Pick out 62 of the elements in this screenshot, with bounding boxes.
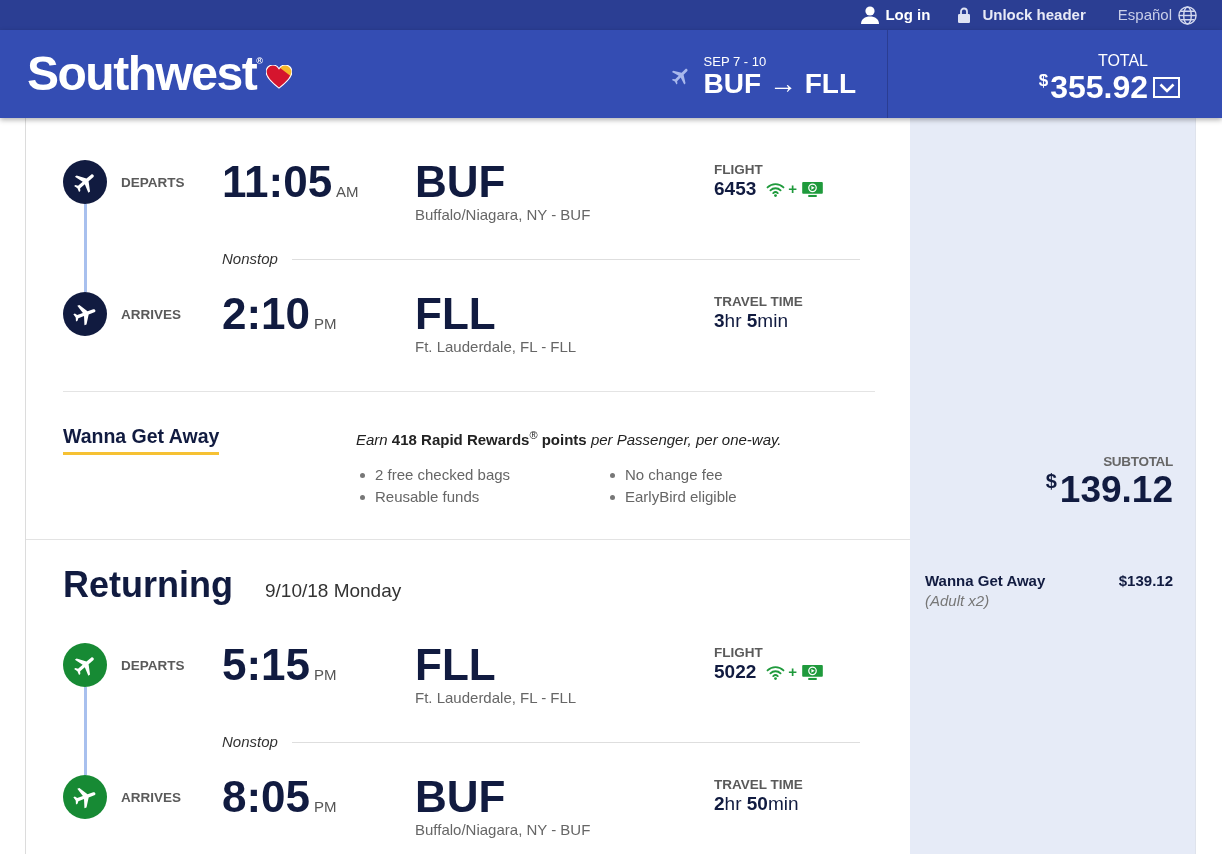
travel-time-label: TRAVEL TIME <box>714 294 803 310</box>
fare-name: Wanna Get Away <box>63 424 220 455</box>
travel-time-label: TRAVEL TIME <box>714 777 803 793</box>
subtotal-price: $^{$}$139.12 <box>1045 470 1173 510</box>
airport-city: Ft. Lauderdale, FL - FLL <box>415 688 577 708</box>
login-link[interactable]: Log in <box>860 6 931 24</box>
summary-fare-name: Wanna Get Away <box>925 571 1046 591</box>
arrival-time: 8:05 <box>222 775 311 819</box>
passenger-count: (Adult x2) <box>925 591 990 611</box>
departure-time: 5:15 <box>222 643 311 687</box>
airport-city: Buffalo/Niagara, NY - BUF <box>415 205 591 225</box>
trip-route: BUF → FLL <box>703 68 856 99</box>
globe-icon <box>1178 5 1197 25</box>
meridiem-label: PM <box>314 315 337 332</box>
flight-number: 5022 <box>714 661 757 683</box>
flight-label: FLIGHT <box>714 645 763 661</box>
stops-label: Nonstop <box>222 732 278 752</box>
section-title: Returning <box>63 564 233 606</box>
language-link[interactable]: Español <box>1117 5 1197 25</box>
meridiem-label: AM <box>336 183 359 200</box>
feature-text: EarlyBird eligible <box>625 487 737 507</box>
meridiem-label: PM <box>314 798 337 815</box>
departs-label: DEPARTS <box>121 657 185 673</box>
departs-label: DEPARTS <box>121 174 185 190</box>
plus-sign: + <box>788 663 798 681</box>
trip-dates: SEP 7 - 10 <box>703 53 767 69</box>
plus-sign: + <box>788 180 798 198</box>
airport-city: Ft. Lauderdale, FL - FLL <box>415 337 577 357</box>
airport-code: FLL <box>415 292 496 336</box>
logo-text: Southwest$^{®}$ <box>27 48 263 100</box>
airport-city: Buffalo/Niagara, NY - BUF <box>415 820 591 840</box>
heart-logo-icon <box>265 65 292 89</box>
bullet-icon <box>610 472 615 478</box>
summary-fare-price: $139.12 <box>1118 571 1173 591</box>
arrives-label: ARRIVES <box>121 306 181 322</box>
total-label: TOTAL <box>1097 52 1148 70</box>
section-date: 9/10/18 Monday <box>265 580 402 602</box>
stops-label: Nonstop <box>222 249 278 269</box>
bullet-icon <box>360 472 365 478</box>
meridiem-label: PM <box>314 666 337 683</box>
travel-time: 3hr 5min <box>714 310 788 332</box>
arrives-label: ARRIVES <box>121 789 181 805</box>
bullet-icon <box>610 494 615 500</box>
feature-text: 2 free checked bags <box>375 465 511 485</box>
feature-text: No change fee <box>625 465 723 485</box>
total-price: $^{$}$355.92 <box>1038 70 1148 104</box>
arrival-time: 2:10 <box>222 292 311 336</box>
rewards-text: Earn 418 Rapid Rewards$^{®}$ points per Passenger, per one-way. <box>356 429 782 450</box>
lock-icon <box>958 7 971 23</box>
bullet-icon <box>360 494 365 500</box>
travel-time: 2hr 50min <box>714 793 799 815</box>
subtotal-label: SUBTOTAL <box>1103 454 1173 470</box>
departure-time: 11:05 <box>222 160 333 204</box>
airport-code: BUF <box>415 775 506 819</box>
feature-text: Reusable funds <box>375 487 480 507</box>
airport-code: BUF <box>415 160 506 204</box>
unlock-header-link[interactable]: Unlock header <box>958 6 1086 24</box>
flight-label: FLIGHT <box>714 162 763 178</box>
person-icon <box>860 6 881 24</box>
airport-code: FLL <box>415 643 496 687</box>
flight-number: 6453 <box>714 178 757 200</box>
total-dropdown-button[interactable] <box>1153 77 1180 98</box>
